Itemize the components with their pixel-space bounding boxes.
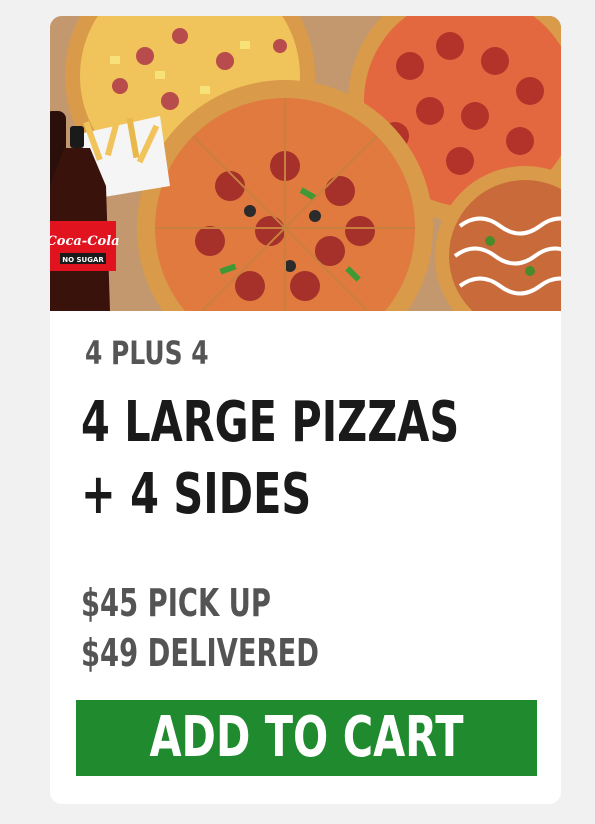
hero-image: Coca-Cola NO SUGAR	[50, 16, 561, 311]
price-list: $45 PICK UP $49 DELIVERED	[81, 578, 319, 678]
bottle-brand-label: Coca-Cola	[50, 234, 120, 249]
bottle-variant-label: NO SUGAR	[62, 256, 104, 264]
deal-headline: 4 LARGE PIZZAS + 4 SIDES	[81, 387, 459, 531]
deal-eyebrow: 4 PLUS 4	[85, 334, 209, 372]
product-card: Coca-Cola NO SUGAR 4 PLUS 4 4 LARGE PIZZ…	[50, 16, 561, 804]
add-to-cart-button[interactable]: ADD TO CART	[76, 700, 537, 776]
pizza-illustration: Coca-Cola NO SUGAR	[50, 16, 561, 311]
price-pickup: $45 PICK UP	[81, 581, 271, 625]
headline-line-2: + 4 SIDES	[81, 462, 312, 527]
price-delivered: $49 DELIVERED	[81, 631, 319, 675]
headline-line-1: 4 LARGE PIZZAS	[81, 390, 460, 455]
add-to-cart-label: ADD TO CART	[149, 705, 464, 770]
